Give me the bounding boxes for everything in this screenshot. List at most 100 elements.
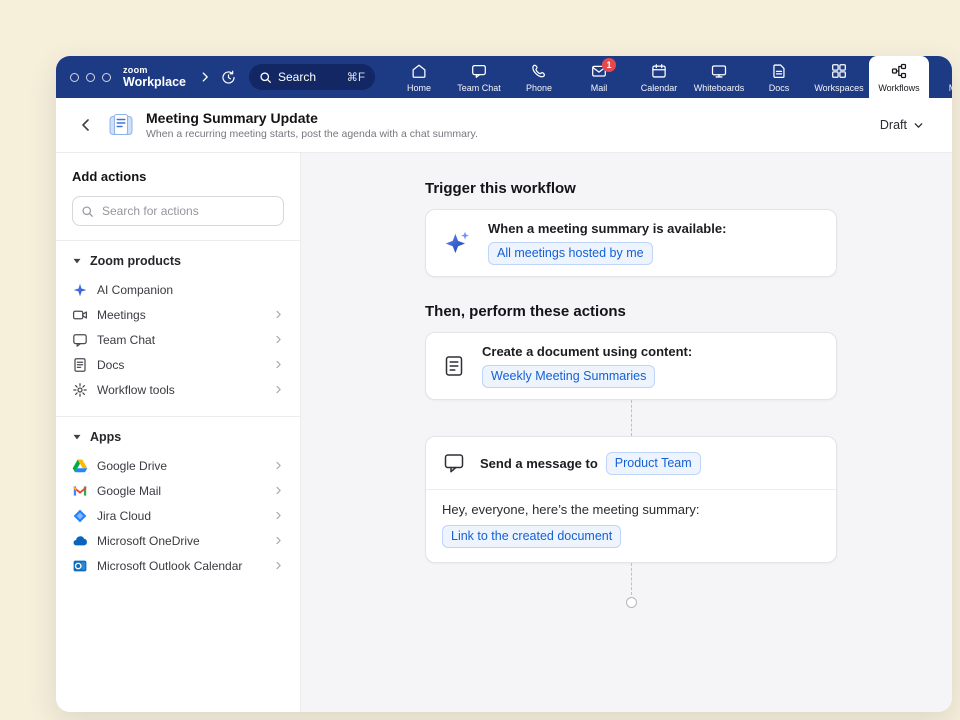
zoom-workplace-logo: zoom Workplace	[123, 66, 186, 89]
document-icon	[442, 354, 466, 378]
gear-icon	[72, 382, 88, 398]
workflow-subtitle: When a recurring meeting starts, post th…	[146, 128, 478, 140]
calendar-icon	[650, 62, 668, 80]
nav-item-workflows[interactable]: Workflows	[869, 56, 929, 98]
team-chat-icon	[72, 332, 88, 348]
actions-heading: Then, perform these actions	[425, 303, 837, 320]
mail-unread-badge: 1	[602, 58, 616, 72]
create-document-card[interactable]: Create a document using content: Weekly …	[425, 332, 837, 400]
nav-item-calendar[interactable]: Calendar	[629, 56, 689, 98]
trigger-card[interactable]: When a meeting summary is available: All…	[425, 209, 837, 277]
send-message-row: Send a message to Product Team	[426, 437, 836, 490]
sidebar-item-microsoft-outlook-calendar[interactable]: Microsoft Outlook Calendar	[72, 553, 284, 578]
nav-item-team-chat[interactable]: Team Chat	[449, 56, 509, 98]
nav-collapse-chevron[interactable]	[198, 70, 212, 84]
gmail-icon	[72, 483, 88, 499]
chevron-right-icon	[273, 485, 284, 496]
nav-item-phone[interactable]: Phone	[509, 56, 569, 98]
top-navigation-bar: zoom Workplace Search ⌘F Home Team	[56, 56, 952, 98]
chat-bubble-icon	[442, 451, 466, 475]
workflows-icon	[890, 62, 908, 80]
search-icon	[81, 205, 94, 218]
search-label: Search	[278, 70, 316, 84]
trigger-card-body: When a meeting summary is available: All…	[488, 221, 726, 265]
message-body: Hey, everyone, here’s the meeting summar…	[426, 490, 836, 562]
sidebar-item-jira-cloud[interactable]: Jira Cloud	[72, 503, 284, 528]
sidebar-item-google-drive[interactable]: Google Drive	[72, 453, 284, 478]
more-dots-icon	[950, 62, 952, 80]
chevron-right-icon	[273, 510, 284, 521]
meetings-icon	[72, 307, 88, 323]
nav-item-more[interactable]: More	[929, 56, 952, 98]
chevron-right-icon	[273, 460, 284, 471]
whiteboards-icon	[710, 62, 728, 80]
ai-companion-icon	[72, 282, 88, 298]
sidebar-divider	[56, 240, 300, 241]
recipient-tag[interactable]: Product Team	[606, 452, 701, 475]
ai-sparkle-icon	[442, 228, 472, 258]
send-message-text: Send a message to	[480, 456, 598, 471]
history-button[interactable]	[220, 69, 237, 86]
sidebar-item-microsoft-onedrive[interactable]: Microsoft OneDrive	[72, 528, 284, 553]
chevron-right-icon	[273, 334, 284, 345]
global-search[interactable]: Search ⌘F	[249, 64, 375, 90]
document-link-tag[interactable]: Link to the created document	[442, 525, 621, 548]
chevron-right-icon	[273, 359, 284, 370]
create-document-text: Create a document using content:	[482, 344, 692, 359]
connector-line	[631, 563, 632, 595]
logo-zoom-text: zoom	[123, 66, 186, 75]
nav-tabs: Home Team Chat Phone 1 Mail Calendar	[389, 56, 952, 98]
window-controls[interactable]	[70, 73, 111, 82]
sidebar-item-docs[interactable]: Docs	[72, 352, 284, 377]
sidebar-item-ai-companion[interactable]: AI Companion	[72, 277, 284, 302]
docs-icon	[72, 357, 88, 373]
add-step-node[interactable]	[626, 597, 637, 608]
nav-item-workspaces[interactable]: Workspaces	[809, 56, 869, 98]
chevron-right-icon	[273, 560, 284, 571]
onedrive-icon	[72, 533, 88, 549]
workflow-header: Meeting Summary Update When a recurring …	[56, 98, 952, 153]
sidebar-divider	[56, 416, 300, 417]
connector-line	[631, 400, 632, 436]
trigger-scope-tag[interactable]: All meetings hosted by me	[488, 242, 653, 265]
workflow-titles: Meeting Summary Update When a recurring …	[146, 110, 478, 140]
section-apps[interactable]: Apps	[72, 421, 284, 453]
create-document-card-body: Create a document using content: Weekly …	[482, 344, 692, 388]
phone-icon	[530, 62, 548, 80]
nav-item-whiteboards[interactable]: Whiteboards	[689, 56, 749, 98]
back-button[interactable]	[72, 111, 100, 139]
google-drive-icon	[72, 458, 88, 474]
team-chat-icon	[470, 62, 488, 80]
chevron-right-icon	[273, 535, 284, 546]
search-icon	[259, 71, 272, 84]
search-shortcut: ⌘F	[346, 70, 365, 84]
document-content-tag[interactable]: Weekly Meeting Summaries	[482, 365, 655, 388]
workflow-doc-icon	[108, 112, 134, 138]
history-icon	[220, 69, 237, 86]
draft-status-label: Draft	[880, 118, 907, 132]
sidebar-item-workflow-tools[interactable]: Workflow tools	[72, 377, 284, 402]
nav-item-docs[interactable]: Docs	[749, 56, 809, 98]
trigger-heading: Trigger this workflow	[425, 180, 837, 197]
caret-down-icon	[72, 432, 82, 442]
actions-search-input[interactable]	[100, 203, 275, 219]
sidebar-item-meetings[interactable]: Meetings	[72, 302, 284, 327]
section-zoom-products[interactable]: Zoom products	[72, 245, 284, 277]
nav-item-home[interactable]: Home	[389, 56, 449, 98]
trigger-card-text: When a meeting summary is available:	[488, 221, 726, 236]
send-message-text-group: Send a message to Product Team	[480, 452, 701, 475]
chevron-left-icon	[78, 117, 94, 133]
actions-sidebar: Add actions Zoom products AI Companion	[56, 153, 301, 712]
logo-workplace-text: Workplace	[123, 76, 186, 89]
sidebar-item-team-chat[interactable]: Team Chat	[72, 327, 284, 352]
draft-status-dropdown[interactable]: Draft	[874, 112, 930, 138]
actions-search[interactable]	[72, 196, 284, 226]
sidebar-title: Add actions	[72, 169, 284, 184]
jira-icon	[72, 508, 88, 524]
workflow-title: Meeting Summary Update	[146, 110, 478, 126]
send-message-card[interactable]: Send a message to Product Team Hey, ever…	[425, 436, 837, 563]
workflow-canvas: Trigger this workflow When a meeting sum…	[301, 153, 952, 712]
nav-item-mail[interactable]: 1 Mail	[569, 56, 629, 98]
zoom-workplace-window: zoom Workplace Search ⌘F Home Team	[56, 56, 952, 712]
sidebar-item-google-mail[interactable]: Google Mail	[72, 478, 284, 503]
